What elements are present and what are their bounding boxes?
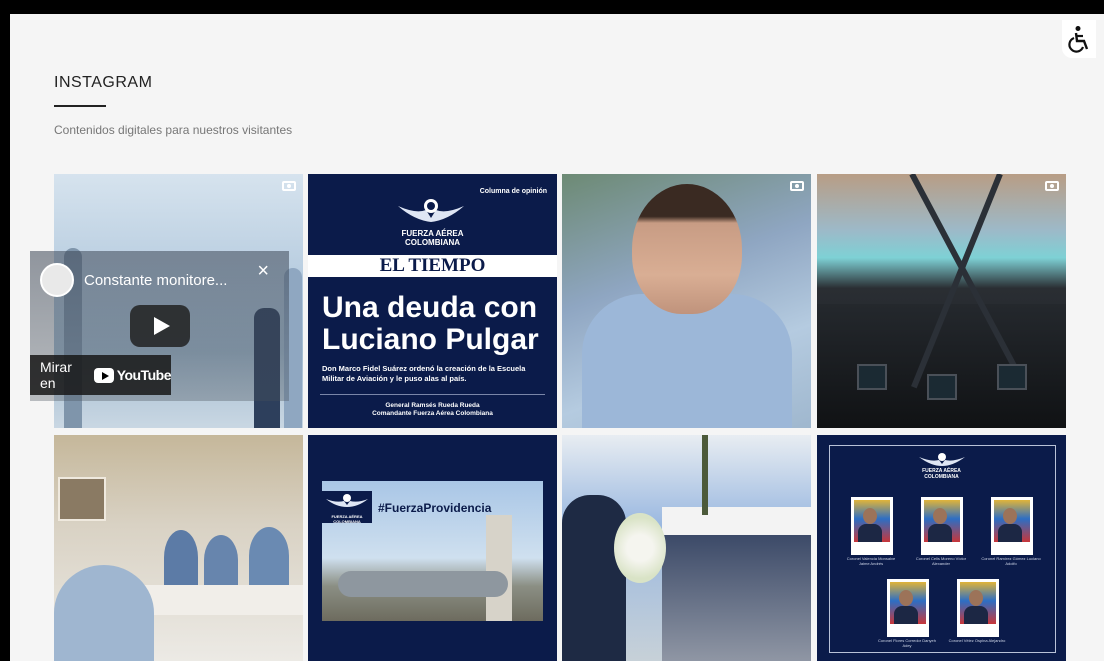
post-image-person bbox=[54, 565, 154, 661]
divider bbox=[320, 394, 545, 395]
column-label: Columna de opinión bbox=[479, 188, 547, 195]
play-button[interactable] bbox=[130, 305, 190, 347]
portrait-caption: Coronel Ramírez Gómez Luciano Adolfo bbox=[981, 556, 1041, 566]
portrait-caption: Coronel Flores Corredor Danyeh Adey bbox=[877, 638, 937, 648]
portrait bbox=[957, 579, 999, 637]
air-force-wings-logo bbox=[398, 199, 464, 222]
post-image-gauge bbox=[927, 374, 957, 400]
brand-line-2: COLOMBIANA bbox=[404, 238, 461, 247]
air-force-wings-logo bbox=[919, 453, 965, 466]
video-title[interactable]: Constante monitore... bbox=[84, 272, 244, 289]
post-image-person bbox=[164, 530, 198, 585]
portrait-caption: Coronel Celis Moreno Víctor Alexander bbox=[915, 556, 967, 566]
post-image-shirt bbox=[582, 294, 792, 428]
portrait-caption: Coronel Vélez Ospina Alejandro bbox=[948, 638, 1006, 643]
post-image-face bbox=[632, 184, 742, 314]
headline-line-2: Luciano Pulgar bbox=[322, 323, 539, 356]
instagram-post-2[interactable]: Columna de opinión FUERZA AÉREA COLOMBIA… bbox=[308, 174, 557, 428]
youtube-label: YouTube bbox=[116, 367, 172, 383]
post-image-plane bbox=[338, 571, 508, 597]
portrait-caption: Coronel Valencia Monsalve Jaime Andrés bbox=[846, 556, 896, 566]
wheelchair-icon bbox=[1068, 26, 1089, 53]
video-camera-icon bbox=[790, 181, 804, 191]
brand-tag: FUERZA AÉREA COLOMBIANA bbox=[322, 491, 372, 524]
brand-line-2: COLOMBIANA bbox=[924, 474, 959, 480]
portrait bbox=[921, 497, 963, 555]
watch-on-youtube-button[interactable]: Mirar en YouTube bbox=[30, 355, 172, 395]
headline-line-1: Una deuda con bbox=[322, 291, 538, 324]
post-image-picture-frame bbox=[58, 477, 106, 521]
post-headline: Una deuda con Luciano Pulgar bbox=[322, 292, 539, 356]
post-image-person bbox=[249, 527, 289, 585]
post-image-officer bbox=[562, 495, 626, 661]
youtube-icon bbox=[93, 367, 114, 383]
post-image-tower bbox=[486, 515, 512, 621]
post-image-flowers bbox=[614, 513, 666, 583]
instagram-post-5[interactable] bbox=[54, 435, 303, 661]
section-title: INSTAGRAM bbox=[54, 74, 153, 91]
channel-avatar[interactable] bbox=[40, 263, 74, 297]
watch-label: Mirar en bbox=[40, 359, 72, 391]
title-underline bbox=[54, 105, 106, 107]
post-image-person bbox=[204, 535, 238, 585]
instagram-grid: Columna de opinión FUERZA AÉREA COLOMBIA… bbox=[54, 174, 1066, 661]
instagram-post-4[interactable] bbox=[817, 174, 1066, 428]
post-image-palm bbox=[702, 435, 708, 515]
post-lede: Don Marco Fidel Suárez ordenó la creació… bbox=[322, 364, 526, 383]
video-camera-icon bbox=[282, 181, 296, 191]
author-name: General Ramsés Rueda Rueda bbox=[385, 402, 480, 409]
portrait bbox=[991, 497, 1033, 555]
instagram-post-6[interactable]: FUERZA AÉREA COLOMBIANA #FuerzaProvidenc… bbox=[308, 435, 557, 661]
section-subtitle: Contenidos digitales para nuestros visit… bbox=[54, 123, 293, 137]
post-image-crowd bbox=[662, 535, 811, 661]
youtube-video-overlay[interactable]: Constante monitore... × Mirar en YouTube bbox=[30, 251, 289, 401]
close-icon[interactable]: × bbox=[257, 261, 269, 281]
author-role: Comandante Fuerza Aérea Colombiana bbox=[372, 410, 493, 417]
post-image-gauge bbox=[997, 364, 1027, 390]
instagram-post-7[interactable] bbox=[562, 435, 811, 661]
brand-line-1: FUERZA AÉREA bbox=[401, 229, 464, 238]
accessibility-button[interactable] bbox=[1062, 20, 1096, 58]
post-image-gauge bbox=[857, 364, 887, 390]
air-force-wings-logo bbox=[326, 494, 368, 507]
instagram-post-8[interactable]: FUERZA AÉREA COLOMBIANA Coronel Valencia… bbox=[817, 435, 1066, 661]
video-camera-icon bbox=[1045, 181, 1059, 191]
instagram-post-3[interactable] bbox=[562, 174, 811, 428]
post-hashtag: #FuerzaProvidencia bbox=[378, 501, 492, 515]
brand-line-2: COLOMBIANA bbox=[333, 519, 361, 524]
portrait bbox=[851, 497, 893, 555]
newspaper-name: EL TIEMPO bbox=[308, 255, 557, 277]
portrait bbox=[887, 579, 929, 637]
post-image-table bbox=[134, 585, 303, 615]
